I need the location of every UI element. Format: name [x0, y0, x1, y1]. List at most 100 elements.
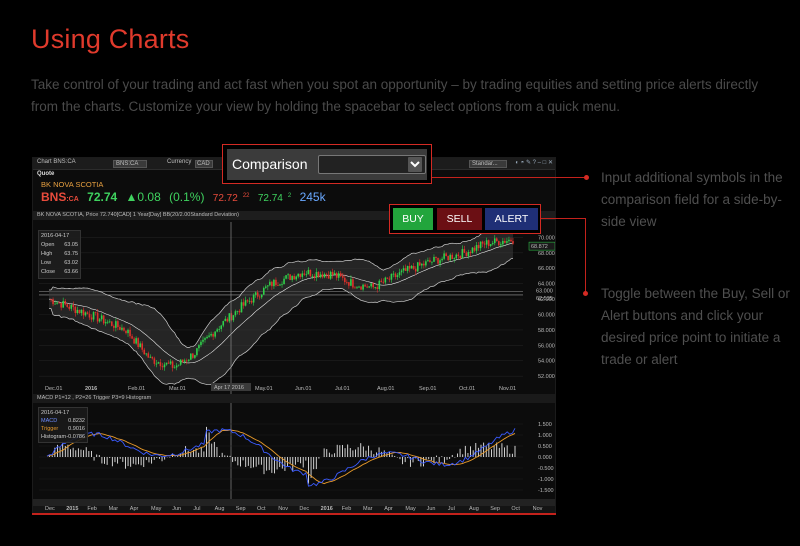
candle-body — [289, 274, 291, 280]
macd-info-panel: 2016-04-17 MACD 0.8232 Trigger 0.9016 Hist… — [38, 407, 88, 443]
candle-body — [273, 279, 275, 287]
candle-body — [315, 272, 318, 278]
candle-body — [181, 359, 184, 362]
price-info-row: Open 63.05 — [41, 242, 78, 248]
candle-body — [510, 239, 512, 242]
sell-button[interactable]: SELL — [437, 208, 482, 230]
candle-body — [493, 238, 496, 244]
comparison-connector-line — [432, 177, 586, 178]
candle-body — [125, 330, 127, 334]
macd-info-row: Histogram -0.0786 — [41, 434, 85, 440]
candle-body — [313, 275, 316, 278]
candle-body — [244, 300, 247, 306]
timeline-tick-label: Jul — [448, 506, 455, 512]
candle-body — [141, 343, 144, 350]
candle-body — [370, 283, 372, 287]
candle-body — [469, 252, 472, 253]
alert-button[interactable]: ALERT — [485, 208, 538, 230]
candle-body — [423, 263, 425, 266]
candle-body — [108, 321, 111, 323]
candle-body — [269, 281, 271, 286]
candle-body — [453, 258, 456, 259]
candle-body — [437, 257, 439, 264]
x-tick-label: Oct.01 — [459, 386, 475, 392]
candle-body — [175, 365, 178, 368]
candle-body — [198, 345, 200, 349]
macd-info-row: Trigger 0.9016 — [41, 426, 85, 432]
candle-body — [214, 331, 216, 337]
candle-body — [202, 339, 204, 342]
candle-body — [431, 261, 433, 263]
candle-body — [127, 329, 129, 334]
chevron-down-icon[interactable] — [408, 157, 422, 172]
candle-body — [311, 275, 314, 277]
candle-body — [473, 247, 476, 251]
candle-body — [216, 329, 218, 332]
candle-body — [502, 240, 504, 245]
candle-body — [131, 336, 133, 339]
candle-body — [341, 276, 344, 278]
candle-body — [92, 312, 95, 320]
comparison-label: Comparison — [232, 156, 308, 172]
candle-body — [287, 274, 289, 276]
comparison-input[interactable] — [318, 155, 426, 174]
candle-body — [250, 300, 253, 303]
candle-body — [117, 321, 119, 327]
candle-body — [301, 273, 304, 277]
candle-body — [325, 273, 328, 275]
candle-body — [398, 272, 401, 276]
macd-y-tick-label: 1.500 — [538, 422, 552, 428]
timeline-tick-label: Nov — [278, 506, 288, 512]
candle-body — [337, 273, 340, 278]
candle-body — [475, 245, 478, 251]
candle-body — [295, 276, 297, 280]
candle-body — [234, 311, 237, 316]
candle-body — [447, 255, 449, 261]
candle-body — [267, 285, 269, 287]
candle-body — [394, 273, 397, 277]
candle-body — [135, 338, 137, 344]
buy-button[interactable]: BUY — [393, 208, 433, 230]
x-tick-label: Mar.01 — [169, 386, 186, 392]
candle-body — [416, 262, 419, 272]
candle-body — [333, 273, 336, 275]
timeline-tick-label: 2015 — [66, 506, 78, 512]
candle-body — [467, 252, 470, 257]
candle-body — [305, 274, 308, 276]
y-tick-label: 70.000 — [538, 235, 555, 241]
candle-body — [50, 299, 52, 300]
candle-body — [137, 338, 139, 347]
candle-body — [240, 302, 243, 313]
candle-body — [479, 241, 482, 249]
candle-body — [404, 268, 407, 271]
candle-body — [309, 269, 312, 277]
candle-body — [60, 302, 62, 308]
candle-body — [275, 279, 277, 286]
candle-body — [281, 284, 283, 286]
timeline-tick-label: 2016 — [321, 506, 333, 512]
candle-body — [457, 254, 460, 257]
macd-info-row: MACD 0.8232 — [41, 418, 85, 424]
candle-body — [358, 286, 360, 288]
candle-body — [119, 326, 121, 330]
candle-body — [335, 273, 338, 278]
price-info-row: High 63.75 — [41, 251, 78, 257]
candle-body — [429, 260, 431, 263]
candle-body — [481, 241, 484, 244]
candle-body — [329, 271, 332, 279]
candle-body — [115, 321, 117, 328]
candle-body — [66, 304, 69, 307]
candle-body — [143, 349, 146, 355]
candle-body — [364, 284, 366, 287]
timeline-tick-label: Jun — [427, 506, 436, 512]
candle-body — [76, 309, 79, 314]
candle-body — [279, 284, 281, 286]
candle-body — [165, 362, 168, 365]
candle-body — [206, 336, 208, 339]
candle-body — [506, 241, 508, 243]
comparison-callout-box: Comparison — [222, 144, 432, 184]
candle-body — [52, 299, 54, 305]
candle-body — [238, 310, 241, 313]
candle-body — [368, 286, 370, 288]
candle-body — [226, 318, 229, 322]
